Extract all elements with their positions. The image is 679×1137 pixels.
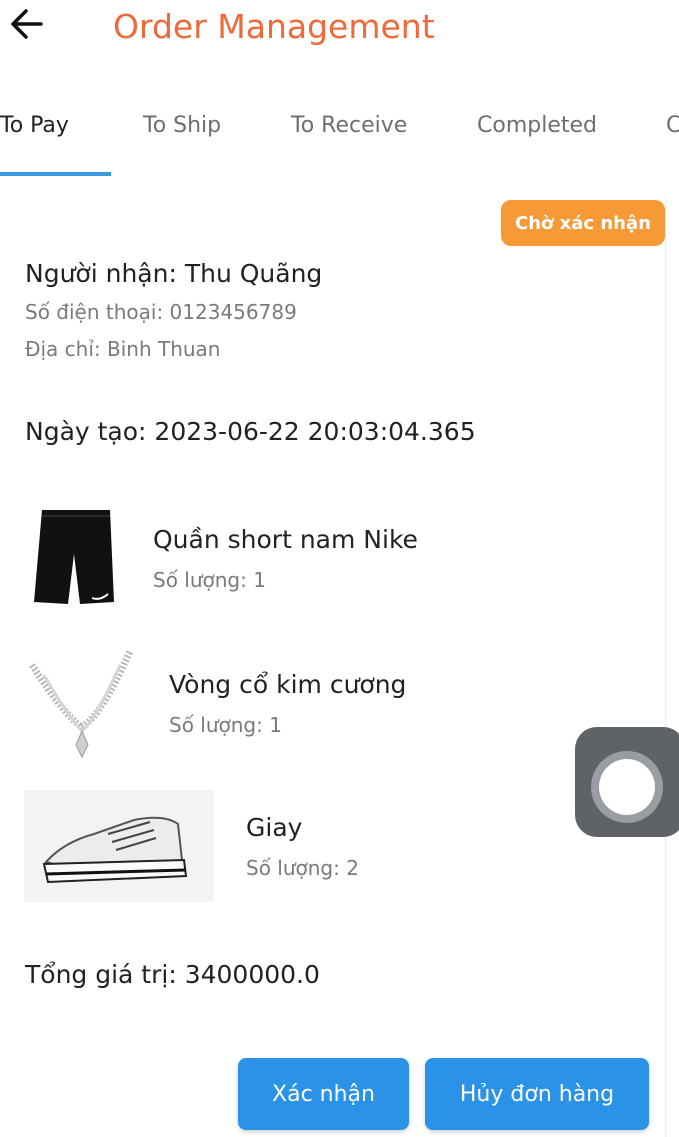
shorts-image: [30, 506, 116, 608]
order-tabs: To Pay To Ship To Receive Completed C: [0, 96, 679, 178]
order-total: Tổng giá trị: 3400000.0: [25, 960, 320, 989]
tab-indicator: [0, 172, 111, 176]
assistive-touch-icon: [591, 751, 663, 823]
tab-more[interactable]: C: [666, 113, 679, 138]
necklace-image: [24, 645, 140, 763]
recipient-name: Người nhận: Thu Quãng: [25, 259, 323, 288]
item-quantity: Số lượng: 2: [246, 856, 359, 880]
item-name: Quần short nam Nike: [153, 525, 418, 554]
status-badge: Chờ xác nhận: [501, 200, 665, 246]
item-quantity: Số lượng: 1: [153, 568, 266, 592]
arrow-left-icon[interactable]: [8, 6, 44, 42]
assistive-touch-button[interactable]: [575, 727, 679, 837]
page-title: Order Management: [113, 7, 435, 46]
sneaker-image: [24, 790, 214, 902]
confirm-button[interactable]: Xác nhận: [238, 1058, 409, 1130]
cancel-order-button[interactable]: Hủy đơn hàng: [425, 1058, 649, 1130]
tab-completed[interactable]: Completed: [477, 113, 597, 138]
item-name: Vòng cổ kim cương: [169, 670, 407, 699]
app-header: Order Management: [0, 0, 679, 70]
tab-to-ship[interactable]: To Ship: [143, 113, 221, 138]
tab-to-receive[interactable]: To Receive: [291, 113, 407, 138]
tab-to-pay[interactable]: To Pay: [0, 113, 69, 138]
recipient-phone: Số điện thoại: 0123456789: [25, 300, 297, 324]
item-quantity: Số lượng: 1: [169, 713, 282, 737]
order-created-date: Ngày tạo: 2023-06-22 20:03:04.365: [25, 417, 476, 446]
recipient-address: Địa chỉ: Binh Thuan: [25, 337, 221, 361]
item-name: Giay: [246, 813, 303, 842]
